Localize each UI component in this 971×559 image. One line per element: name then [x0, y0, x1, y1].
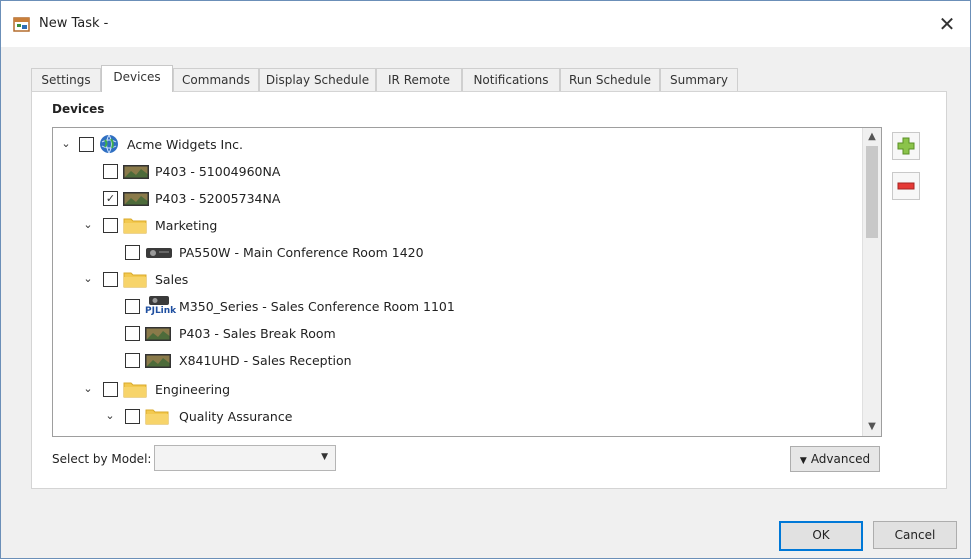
tree-row-p403-sales-break-room[interactable]: P403 - Sales Break Room: [53, 321, 853, 347]
checkbox[interactable]: [79, 137, 94, 152]
checkbox[interactable]: [125, 326, 140, 341]
minus-icon: [897, 182, 915, 190]
tree-row-label: P403 - 51004960NA: [155, 164, 281, 179]
tab-summary[interactable]: Summary: [660, 68, 738, 91]
chevron-down-icon[interactable]: ⌄: [81, 218, 95, 232]
globe-icon: [100, 134, 118, 154]
checkbox[interactable]: [103, 382, 118, 397]
devices-panel: Devices ⌄ Acme Widgets Inc. P403 - 51004…: [31, 91, 947, 489]
tree-row-sales[interactable]: ⌄ Sales: [53, 267, 853, 293]
tab-ir-remote[interactable]: IR Remote: [376, 68, 462, 91]
display-icon: [145, 327, 171, 341]
tree-row-label: Marketing: [155, 218, 218, 233]
tree-row-label: M350_Series - Sales Conference Room 1101: [179, 299, 455, 314]
tree-row-label: Sales: [155, 272, 189, 287]
dialog-window: New Task - ✕ Settings Devices Commands D…: [0, 0, 971, 559]
tab-run-schedule[interactable]: Run Schedule: [560, 68, 660, 91]
display-icon: [123, 165, 149, 179]
projector-icon: [146, 248, 172, 258]
remove-device-button[interactable]: [892, 172, 920, 200]
advanced-button-label: Advanced: [810, 452, 871, 466]
tree-row-label: Engineering: [155, 382, 230, 397]
tree-row-quality-assurance[interactable]: ⌄ Quality Assurance: [53, 404, 853, 430]
devices-group-label: Devices: [52, 102, 105, 116]
checkbox-checked[interactable]: ✓: [103, 191, 118, 206]
app-icon: [13, 17, 30, 32]
vertical-scrollbar[interactable]: ▲ ▼: [862, 128, 881, 436]
checkbox[interactable]: [103, 218, 118, 233]
tab-settings[interactable]: Settings: [31, 68, 101, 91]
title-bar: New Task - ✕: [1, 1, 970, 47]
chevron-down-icon[interactable]: ⌄: [81, 382, 95, 396]
tab-commands[interactable]: Commands: [173, 68, 259, 91]
tab-devices[interactable]: Devices: [101, 65, 173, 92]
tree-row-label: PA550W - Main Conference Room 1420: [179, 245, 424, 260]
checkbox[interactable]: [125, 299, 140, 314]
display-icon: [123, 192, 149, 206]
tree-row-p403-51004960na[interactable]: P403 - 51004960NA: [53, 159, 853, 185]
advanced-button[interactable]: ▼ Advanced: [790, 446, 880, 472]
tree-row-m350-series[interactable]: PJLink M350_Series - Sales Conference Ro…: [53, 294, 853, 320]
scroll-down-icon[interactable]: ▼: [863, 420, 881, 434]
cancel-button[interactable]: Cancel: [873, 521, 957, 549]
window-title: New Task -: [39, 16, 109, 31]
folder-icon: [145, 409, 169, 425]
checkbox[interactable]: [103, 164, 118, 179]
pjlink-text: PJLink: [145, 306, 177, 316]
add-device-button[interactable]: [892, 132, 920, 160]
chevron-down-icon[interactable]: ⌄: [81, 272, 95, 286]
chevron-down-icon[interactable]: ⌄: [103, 409, 117, 423]
tree-row-engineering[interactable]: ⌄ Engineering: [53, 377, 853, 403]
ok-button[interactable]: OK: [779, 521, 863, 551]
chevron-down-icon[interactable]: ⌄: [59, 137, 73, 151]
tab-notifications[interactable]: Notifications: [462, 68, 560, 91]
select-by-model-label: Select by Model:: [52, 452, 152, 466]
caret-down-icon: ▼: [799, 456, 807, 466]
close-icon[interactable]: ✕: [932, 9, 962, 39]
checkbox[interactable]: [103, 272, 118, 287]
tree-row-marketing[interactable]: ⌄ Marketing: [53, 213, 853, 239]
tree-row-label: Acme Widgets Inc.: [127, 137, 244, 152]
tree-row-label: P403 - Sales Break Room: [179, 326, 336, 341]
tab-display-schedule[interactable]: Display Schedule: [259, 68, 376, 91]
device-tree: ⌄ Acme Widgets Inc. P403 - 51004960NA ✓ …: [52, 127, 882, 437]
scroll-thumb[interactable]: [866, 146, 878, 238]
checkbox[interactable]: [125, 353, 140, 368]
tree-row-x841uhd[interactable]: X841UHD - Sales Reception: [53, 348, 853, 374]
model-select[interactable]: ▼: [154, 445, 336, 471]
tree-row-acme-widgets[interactable]: ⌄ Acme Widgets Inc.: [53, 132, 853, 158]
tree-row-label: Quality Assurance: [179, 409, 293, 424]
tree-row-pa550w[interactable]: PA550W - Main Conference Room 1420: [53, 240, 853, 266]
checkbox[interactable]: [125, 409, 140, 424]
tree-row-label: X841UHD - Sales Reception: [179, 353, 352, 368]
scroll-up-icon[interactable]: ▲: [863, 130, 881, 144]
chevron-down-icon: ▼: [321, 452, 328, 462]
folder-icon: [123, 272, 147, 288]
pjlink-icon: PJLink: [145, 295, 177, 319]
checkbox[interactable]: [125, 245, 140, 260]
display-icon: [145, 354, 171, 368]
tree-row-label: P403 - 52005734NA: [155, 191, 281, 206]
plus-icon: [897, 137, 915, 155]
folder-icon: [123, 382, 147, 398]
folder-icon: [123, 218, 147, 234]
tree-row-p403-52005734na[interactable]: ✓ P403 - 52005734NA: [53, 186, 853, 212]
